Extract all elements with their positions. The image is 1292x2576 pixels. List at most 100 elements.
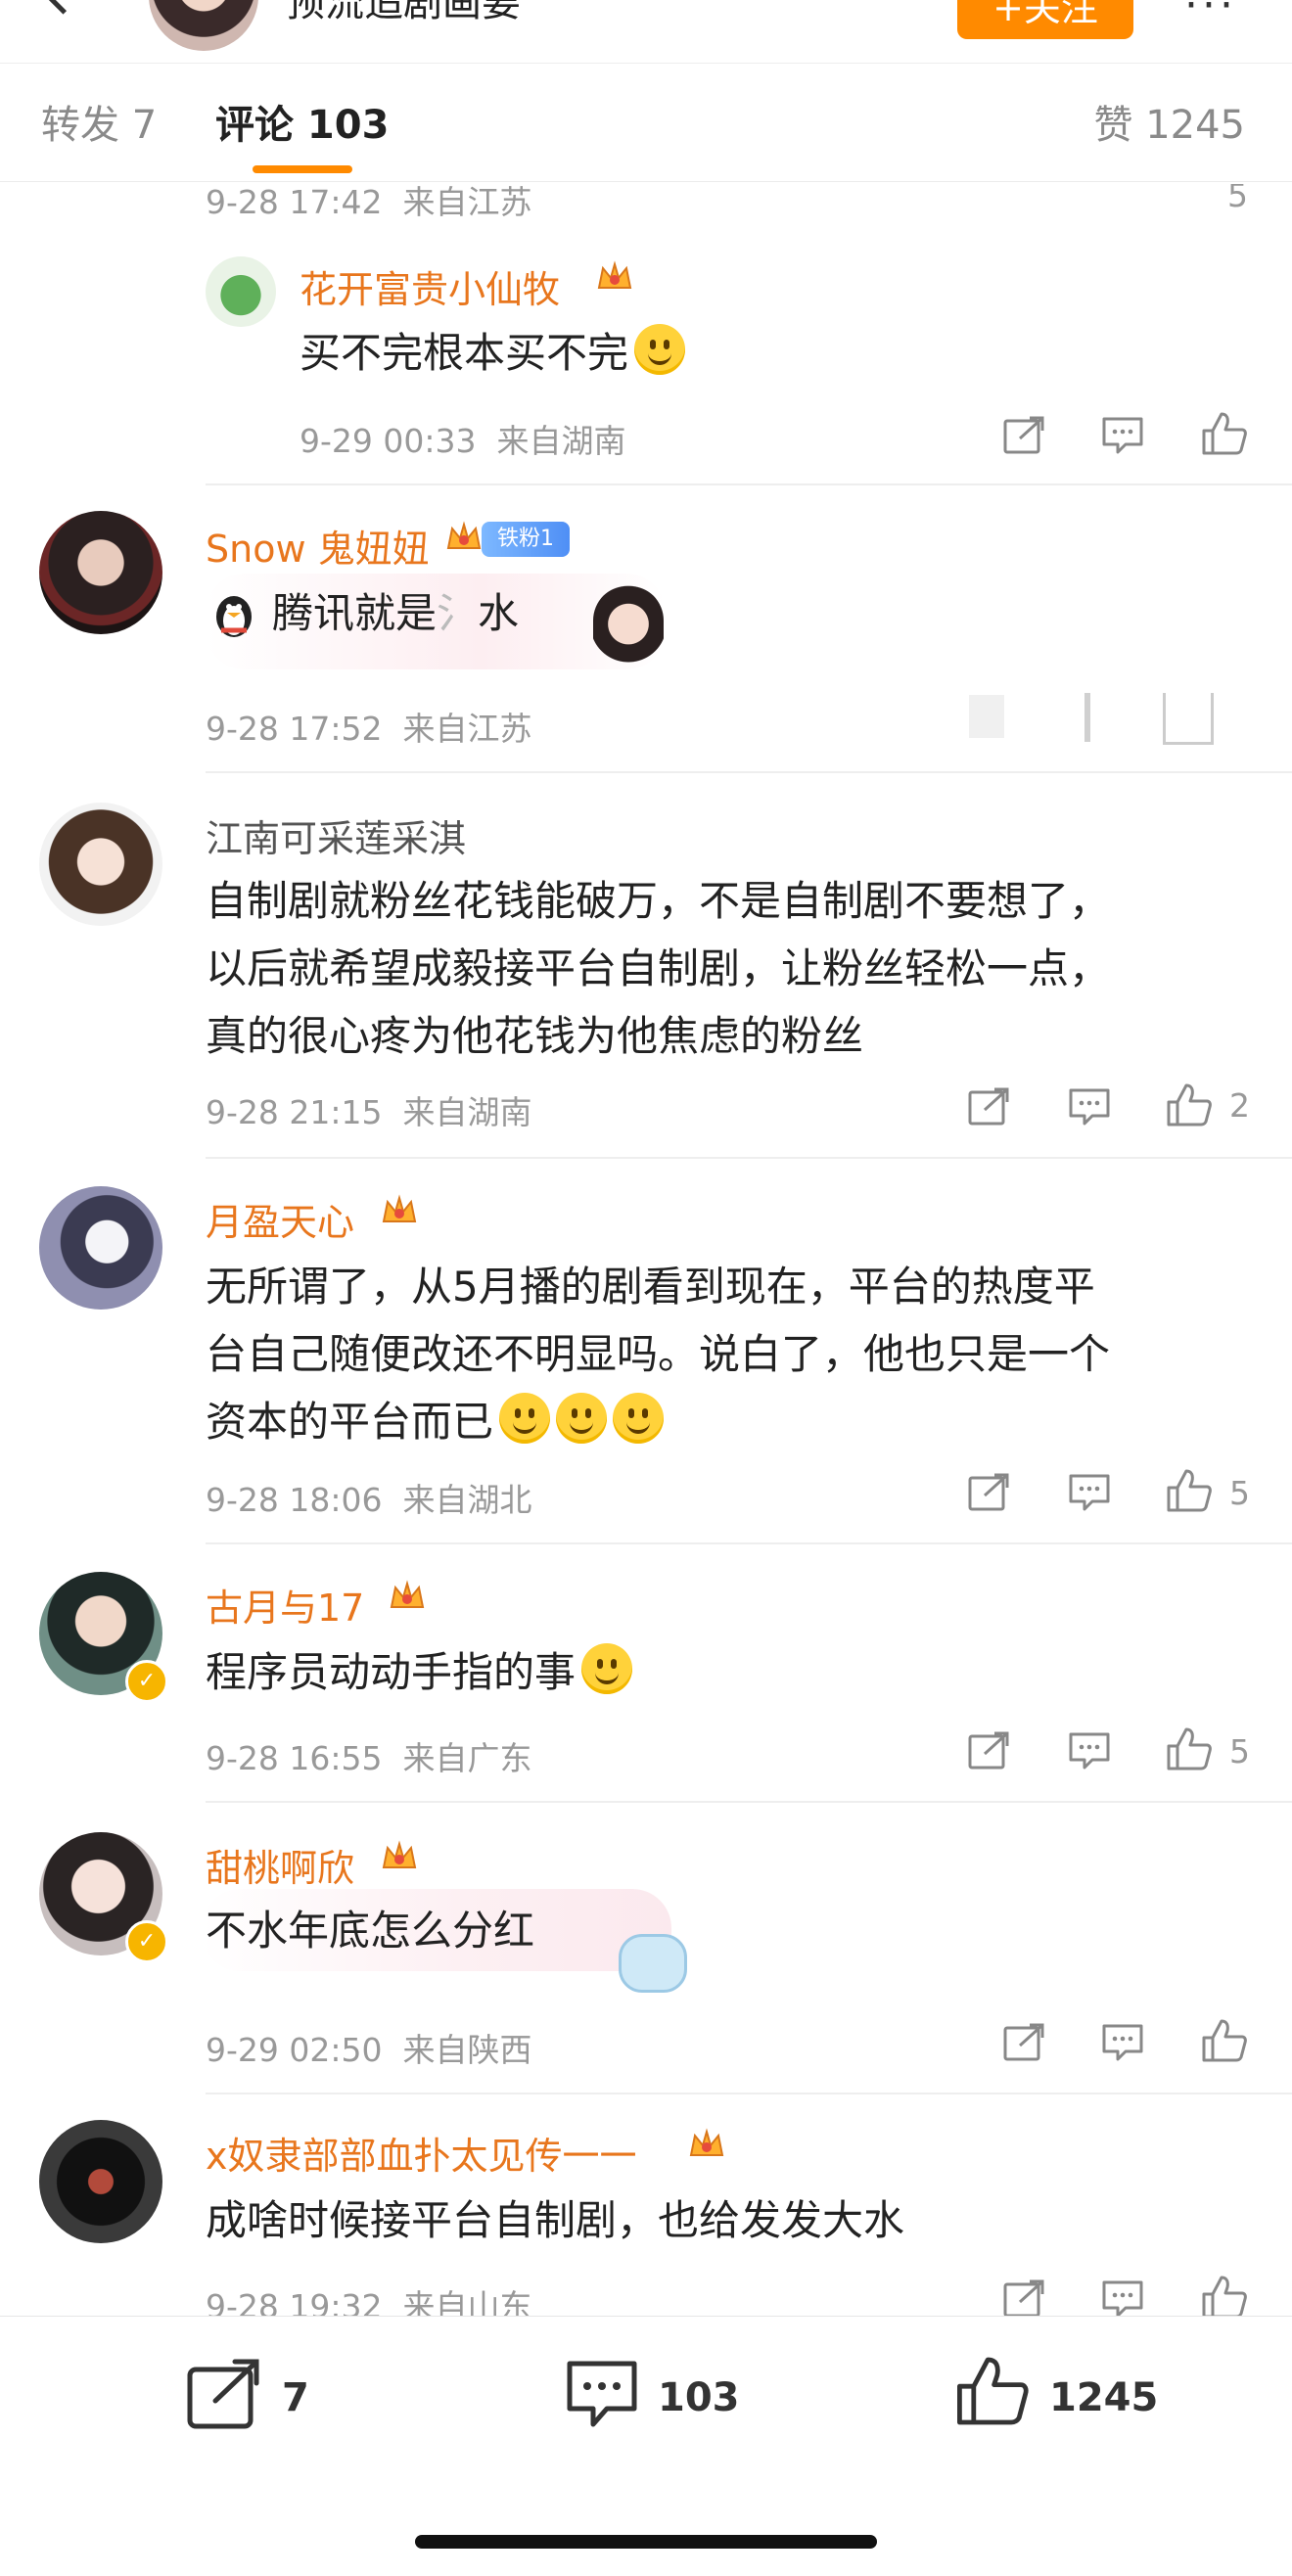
like-count: 5	[1229, 1732, 1250, 1771]
comment-time: 9-29 00:33	[300, 422, 477, 460]
like-icon[interactable]	[1200, 411, 1249, 456]
home-indicator[interactable]	[415, 2535, 877, 2549]
share-icon[interactable]	[1002, 2022, 1047, 2063]
tab-bar: 转发 7 评论 103 赞 1245	[0, 63, 1292, 182]
comment-location: 来自江苏	[402, 710, 532, 748]
crown-badge-icon	[382, 1840, 417, 1868]
divider	[206, 2093, 1292, 2094]
share-icon[interactable]	[1002, 2278, 1047, 2320]
more-icon[interactable]: ···	[1184, 0, 1237, 30]
comment-text: 无所谓了，从5月播的剧看到现在，平台的热度平 台自己随便改还不明显吗。说白了，他…	[206, 1263, 1111, 1446]
verified-badge-icon: ✓	[125, 1920, 168, 1963]
comment-location: 来自湖北	[402, 1481, 532, 1519]
username[interactable]: x奴隶部部血扑太见传一一	[206, 2126, 637, 2180]
crown-badge-icon	[382, 1194, 417, 1222]
like-count-total[interactable]: 1245	[1049, 2375, 1158, 2420]
comment-text: 自制剧就粉丝花钱能破万，不是自制剧不要想了， 以后就希望成毅接平台自制剧，让粉丝…	[206, 877, 1111, 1060]
comment-text: 成啥时候接平台自制剧，也给发发大水	[206, 2196, 905, 2244]
comment-icon[interactable]	[1100, 2022, 1145, 2063]
smile-emoji-icon	[613, 1393, 665, 1444]
comment-bubble-icon	[567, 2361, 637, 2427]
avatar[interactable]	[39, 511, 162, 634]
tab-likes[interactable]: 赞 1245	[1093, 93, 1245, 150]
crown-badge-icon	[597, 260, 632, 289]
comment-meta: 9-28 16:55 来自广东	[206, 1732, 531, 1779]
comment-time: 9-28 16:55	[206, 1739, 383, 1777]
tab-reposts[interactable]: 转发 7	[41, 93, 157, 150]
comment-time: 9-29 02:50	[206, 2031, 383, 2069]
crown-badge-icon	[446, 521, 482, 549]
username[interactable]: 花开富贵小仙牧	[300, 259, 560, 313]
username[interactable]: 月盈天心	[206, 1192, 354, 1246]
laughing-emoji-icon	[634, 324, 686, 375]
active-tab-indicator	[253, 165, 352, 173]
comment-icon[interactable]	[1084, 693, 1090, 742]
divider	[206, 771, 1292, 773]
comment-time: 9-28 17:42	[206, 183, 383, 221]
share-icon[interactable]	[969, 695, 1004, 738]
comment-icon[interactable]	[1100, 2278, 1145, 2320]
penguin-emoji-icon	[216, 596, 252, 637]
username[interactable]: 甜桃啊欣	[206, 1838, 354, 1892]
comment-location: 来自广东	[402, 1739, 532, 1777]
comment-meta: 9-28 17:52 来自江苏	[206, 703, 531, 750]
comment-count[interactable]: 103	[658, 2375, 740, 2420]
comment-location: 来自陕西	[402, 2031, 532, 2069]
comment-text: 买不完根本买不完	[300, 319, 686, 387]
fan-level-badge: 铁粉1	[482, 522, 570, 557]
thumbs-up-icon	[957, 2357, 1029, 2425]
comment-meta: 9-28 18:06 来自湖北	[206, 1474, 531, 1521]
comment-icon[interactable]	[1067, 1472, 1112, 1513]
like-icon[interactable]	[1200, 2275, 1249, 2320]
smile-emoji-icon	[581, 1643, 633, 1694]
like-icon[interactable]	[1165, 1726, 1214, 1771]
divider	[206, 1542, 1292, 1544]
comment-icon[interactable]	[1067, 1086, 1112, 1127]
username[interactable]: Snow 鬼妞妞	[206, 519, 430, 573]
username[interactable]: 江南可采莲采淇	[206, 808, 466, 862]
comment-text: 程序员动动手指的事	[206, 1638, 633, 1706]
like-icon[interactable]	[1163, 693, 1214, 745]
share-icon[interactable]	[967, 1730, 1012, 1771]
divider	[206, 483, 1292, 485]
smile-emoji-icon	[499, 1393, 551, 1444]
share-icon[interactable]	[967, 1472, 1012, 1513]
crown-badge-icon	[390, 1580, 425, 1608]
repost-count[interactable]: 7	[282, 2375, 309, 2420]
avatar[interactable]	[206, 256, 276, 327]
comment-text: 腾讯就是氵水	[272, 589, 520, 637]
comment-time: 9-28 21:15	[206, 1093, 383, 1131]
back-arrow-icon[interactable]	[27, 0, 76, 20]
tab-comments[interactable]: 评论 103	[215, 93, 389, 150]
like-button[interactable]	[953, 2352, 1041, 2440]
comment-time: 9-28 18:06	[206, 1481, 383, 1519]
crown-badge-icon	[689, 2128, 724, 2156]
divider	[206, 1801, 1292, 1803]
comment-location: 来自湖南	[496, 422, 626, 460]
smile-emoji-icon	[556, 1393, 608, 1444]
sticker-cat	[619, 1934, 687, 1993]
avatar[interactable]	[39, 803, 162, 926]
like-icon[interactable]	[1165, 1468, 1214, 1513]
comment-location: 来自江苏	[402, 183, 532, 221]
comment-button[interactable]	[564, 2358, 652, 2446]
comment-icon[interactable]	[1067, 1730, 1112, 1771]
author-name[interactable]: 预流追剧画要	[286, 0, 521, 27]
username[interactable]: 古月与17	[206, 1578, 364, 1632]
avatar[interactable]	[39, 1186, 162, 1310]
divider	[206, 1157, 1292, 1159]
comment-meta: 9-28 21:15 来自湖南	[206, 1086, 531, 1133]
top-header: 预流追剧画要 +关注 ···	[0, 0, 1292, 63]
comment-meta: 9-29 00:33 来自湖南	[300, 415, 625, 462]
like-icon[interactable]	[1200, 2018, 1249, 2063]
author-avatar[interactable]	[149, 0, 258, 51]
share-icon[interactable]	[1002, 415, 1047, 456]
avatar[interactable]	[39, 2120, 162, 2243]
comment-location: 来自湖南	[402, 1093, 532, 1131]
follow-button[interactable]: +关注	[957, 0, 1133, 39]
like-icon[interactable]	[1165, 1082, 1214, 1127]
comment-text: 不水年底怎么分红	[206, 1907, 535, 1955]
share-icon[interactable]	[967, 1086, 1012, 1127]
verified-badge-icon: ✓	[125, 1660, 168, 1703]
comment-icon[interactable]	[1100, 415, 1145, 456]
